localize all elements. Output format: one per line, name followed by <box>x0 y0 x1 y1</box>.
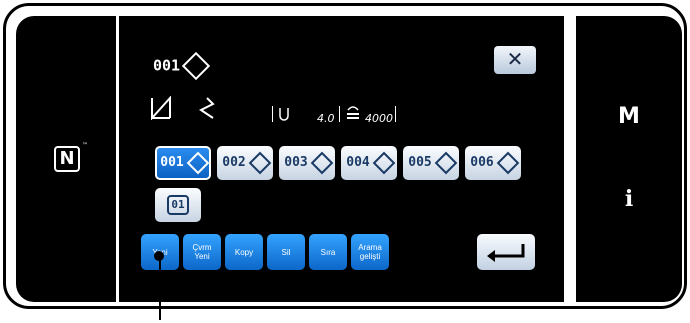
close-button[interactable]: ✕ <box>494 46 536 74</box>
m-button[interactable]: M <box>576 104 682 129</box>
current-pattern-number: 001 <box>153 56 181 75</box>
pattern-label: 006 <box>470 155 494 170</box>
pattern-button-002[interactable]: 002 <box>217 146 273 180</box>
pattern-button-001[interactable]: 001 <box>155 146 211 180</box>
pattern-icon <box>181 51 211 81</box>
advanced-search-button[interactable]: Arama gelişti <box>351 234 389 270</box>
action-label: Çvrm <box>192 243 212 252</box>
delete-button[interactable]: Sil <box>267 234 305 270</box>
stitch-length-value: 4.0 <box>317 112 335 125</box>
pattern-icon <box>434 151 458 174</box>
rotate-icon: 01 <box>167 194 189 215</box>
order-button[interactable]: Sıra <box>309 234 347 270</box>
speed-value: 4000 <box>365 112 393 125</box>
pattern-label: 003 <box>284 155 308 170</box>
enter-button[interactable] <box>477 234 535 270</box>
rotate-pattern-button[interactable]: 01 <box>155 188 201 222</box>
nfc-panel: N ™ <box>16 16 116 302</box>
callout-pointer-line <box>159 254 161 320</box>
new-cycle-button[interactable]: Çvrm Yeni <box>183 234 221 270</box>
action-label: Sil <box>281 247 291 257</box>
pattern-label: 004 <box>346 155 370 170</box>
action-label: Kopy <box>234 247 254 257</box>
current-pattern-label: 001 <box>153 51 211 81</box>
pattern-button-006[interactable]: 006 <box>465 146 521 180</box>
pattern-button-004[interactable]: 004 <box>341 146 397 180</box>
pattern-icon <box>186 151 210 174</box>
pattern-label: 001 <box>160 155 184 170</box>
action-label: Sıra <box>320 247 336 257</box>
action-label: gelişti <box>359 252 381 261</box>
copy-button[interactable]: Kopy <box>225 234 263 270</box>
pattern-icon <box>248 151 272 174</box>
enter-icon <box>487 244 525 262</box>
action-label: Yeni <box>194 252 210 261</box>
info-divider <box>272 106 273 122</box>
pattern-button-003[interactable]: 003 <box>279 146 335 180</box>
nfc-trademark: ™ <box>82 142 88 149</box>
pattern-button-005[interactable]: 005 <box>403 146 459 180</box>
info-divider <box>395 106 396 122</box>
thread-tension-icon <box>279 108 289 121</box>
pattern-icon <box>496 151 520 174</box>
main-screen: 001 ✕ 4.0 4000 001 002 003 004 005 006 0… <box>119 16 564 302</box>
curve-stitch-icon <box>199 97 215 119</box>
right-panel: M i <box>576 16 682 302</box>
speed-icon <box>347 106 359 119</box>
pattern-label: 002 <box>222 155 246 170</box>
pattern-label: 005 <box>408 155 432 170</box>
zigzag-stitch-icon <box>151 96 171 120</box>
nfc-icon: N <box>54 146 80 172</box>
pattern-icon <box>310 151 334 174</box>
device-frame: N ™ 001 ✕ 4.0 4000 001 002 003 004 005 0… <box>3 3 687 309</box>
pattern-icon <box>372 151 396 174</box>
info-button[interactable]: i <box>576 186 682 212</box>
info-divider <box>339 106 340 122</box>
action-label: Arama <box>358 243 382 252</box>
